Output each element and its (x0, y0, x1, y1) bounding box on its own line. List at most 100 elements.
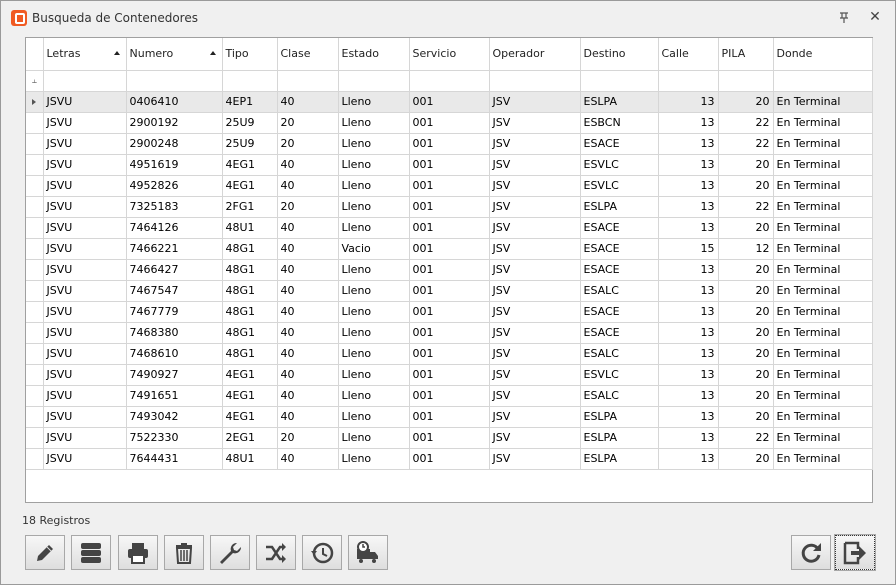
history-button[interactable] (302, 535, 342, 570)
cell-calle[interactable]: 13 (658, 448, 719, 470)
table-row[interactable]: JSVU 7468380 48G1 40 Lleno 001 JSV ESACE 13 20 En … (26, 322, 873, 344)
table-row[interactable]: JSVU 2900248 25U9 20 Lleno 001 JSV ESACE 13 22 En … (26, 133, 873, 155)
settings-button[interactable] (210, 535, 250, 570)
table-row[interactable]: JSVU 2900192 25U9 20 Lleno 001 JSV ESBCN 13 22 En … (26, 112, 873, 134)
cell-letras[interactable]: JSVU (43, 280, 127, 302)
cell-destino[interactable]: ESVLC (580, 154, 659, 176)
cell-destino[interactable]: ESACE (580, 238, 659, 260)
cell-pila[interactable]: 20 (718, 385, 774, 407)
cell-pila[interactable]: 12 (718, 238, 774, 260)
cell-letras[interactable]: JSVU (43, 91, 127, 113)
cell-operador[interactable]: JSV (489, 280, 581, 302)
row-indicator[interactable] (26, 301, 44, 323)
cell-destino[interactable]: ESVLC (580, 175, 659, 197)
table-row[interactable]: JSVU 7467779 48G1 40 Lleno 001 JSV ESACE 13 20 En … (26, 301, 873, 323)
cell-letras[interactable]: JSVU (43, 364, 127, 386)
column-header-estado[interactable]: Estado (338, 38, 410, 71)
cell-servicio[interactable]: 001 (409, 427, 490, 449)
cell-calle[interactable]: 13 (658, 364, 719, 386)
table-row[interactable]: JSVU 4952826 4EG1 40 Lleno 001 JSV ESVLC 13 20 En … (26, 175, 873, 197)
cell-operador[interactable]: JSV (489, 154, 581, 176)
cell-tipo[interactable]: 4EG1 (222, 385, 278, 407)
row-indicator[interactable] (26, 112, 44, 134)
cell-tipo[interactable]: 25U9 (222, 133, 278, 155)
column-header-clase[interactable]: Clase (277, 38, 339, 71)
cell-donde[interactable]: En Terminal (773, 343, 873, 365)
cell-servicio[interactable]: 001 (409, 91, 490, 113)
column-header-calle[interactable]: Calle (658, 38, 719, 71)
row-indicator[interactable] (26, 385, 44, 407)
filter-cell-servicio[interactable] (409, 70, 490, 92)
cell-servicio[interactable]: 001 (409, 196, 490, 218)
cell-letras[interactable]: JSVU (43, 427, 127, 449)
row-indicator[interactable] (26, 280, 44, 302)
cell-estado[interactable]: Lleno (338, 154, 410, 176)
cell-numero[interactable]: 4952826 (126, 175, 223, 197)
cell-clase[interactable]: 40 (277, 217, 339, 239)
cell-calle[interactable]: 13 (658, 385, 719, 407)
cell-estado[interactable]: Lleno (338, 175, 410, 197)
cell-servicio[interactable]: 001 (409, 217, 490, 239)
cell-clase[interactable]: 20 (277, 133, 339, 155)
cell-tipo[interactable]: 48G1 (222, 343, 278, 365)
cell-calle[interactable]: 13 (658, 322, 719, 344)
cell-destino[interactable]: ESALC (580, 385, 659, 407)
cell-letras[interactable]: JSVU (43, 406, 127, 428)
cell-tipo[interactable]: 4EG1 (222, 364, 278, 386)
row-indicator[interactable] (26, 322, 44, 344)
cell-numero[interactable]: 7491651 (126, 385, 223, 407)
cell-numero[interactable]: 7464126 (126, 217, 223, 239)
filter-cell-operador[interactable] (489, 70, 581, 92)
cell-servicio[interactable]: 001 (409, 343, 490, 365)
cell-estado[interactable]: Lleno (338, 196, 410, 218)
cell-servicio[interactable]: 001 (409, 406, 490, 428)
delete-button[interactable] (164, 535, 204, 570)
cell-donde[interactable]: En Terminal (773, 238, 873, 260)
cell-tipo[interactable]: 4EP1 (222, 91, 278, 113)
cell-operador[interactable]: JSV (489, 364, 581, 386)
cell-pila[interactable]: 20 (718, 364, 774, 386)
cell-numero[interactable]: 2900248 (126, 133, 223, 155)
table-row[interactable]: JSVU 0406410 4EP1 40 Lleno 001 JSV ESLPA 13 20 En … (26, 91, 873, 113)
table-row[interactable]: JSVU 7325183 2FG1 20 Lleno 001 JSV ESLPA 13 22 En … (26, 196, 873, 218)
column-header-servicio[interactable]: Servicio (409, 38, 490, 71)
close-icon[interactable]: ✕ (867, 9, 883, 25)
cell-operador[interactable]: JSV (489, 259, 581, 281)
cell-numero[interactable]: 7325183 (126, 196, 223, 218)
cell-pila[interactable]: 20 (718, 175, 774, 197)
row-indicator[interactable] (26, 364, 44, 386)
cell-letras[interactable]: JSVU (43, 154, 127, 176)
cell-numero[interactable]: 7468380 (126, 322, 223, 344)
cell-pila[interactable]: 22 (718, 112, 774, 134)
row-indicator[interactable] (26, 448, 44, 470)
cell-calle[interactable]: 15 (658, 238, 719, 260)
row-indicator[interactable] (26, 259, 44, 281)
cell-servicio[interactable]: 001 (409, 259, 490, 281)
storage-button[interactable] (71, 535, 111, 570)
cell-donde[interactable]: En Terminal (773, 175, 873, 197)
cell-donde[interactable]: En Terminal (773, 154, 873, 176)
cell-destino[interactable]: ESALC (580, 280, 659, 302)
cell-letras[interactable]: JSVU (43, 196, 127, 218)
cell-letras[interactable]: JSVU (43, 385, 127, 407)
cell-donde[interactable]: En Terminal (773, 301, 873, 323)
cell-destino[interactable]: ESLPA (580, 91, 659, 113)
cell-destino[interactable]: ESACE (580, 322, 659, 344)
cell-tipo[interactable]: 25U9 (222, 112, 278, 134)
cell-servicio[interactable]: 001 (409, 238, 490, 260)
cell-servicio[interactable]: 001 (409, 301, 490, 323)
cell-operador[interactable]: JSV (489, 385, 581, 407)
cell-pila[interactable]: 22 (718, 196, 774, 218)
cell-donde[interactable]: En Terminal (773, 364, 873, 386)
cell-estado[interactable]: Lleno (338, 322, 410, 344)
cell-destino[interactable]: ESACE (580, 133, 659, 155)
table-row[interactable]: JSVU 7467547 48G1 40 Lleno 001 JSV ESALC 13 20 En … (26, 280, 873, 302)
cell-destino[interactable]: ESLPA (580, 406, 659, 428)
cell-servicio[interactable]: 001 (409, 133, 490, 155)
row-indicator[interactable] (26, 133, 44, 155)
cell-clase[interactable]: 40 (277, 343, 339, 365)
cell-donde[interactable]: En Terminal (773, 385, 873, 407)
filter-icon[interactable]: ⫠ (26, 70, 44, 92)
cell-calle[interactable]: 13 (658, 259, 719, 281)
cell-calle[interactable]: 13 (658, 280, 719, 302)
